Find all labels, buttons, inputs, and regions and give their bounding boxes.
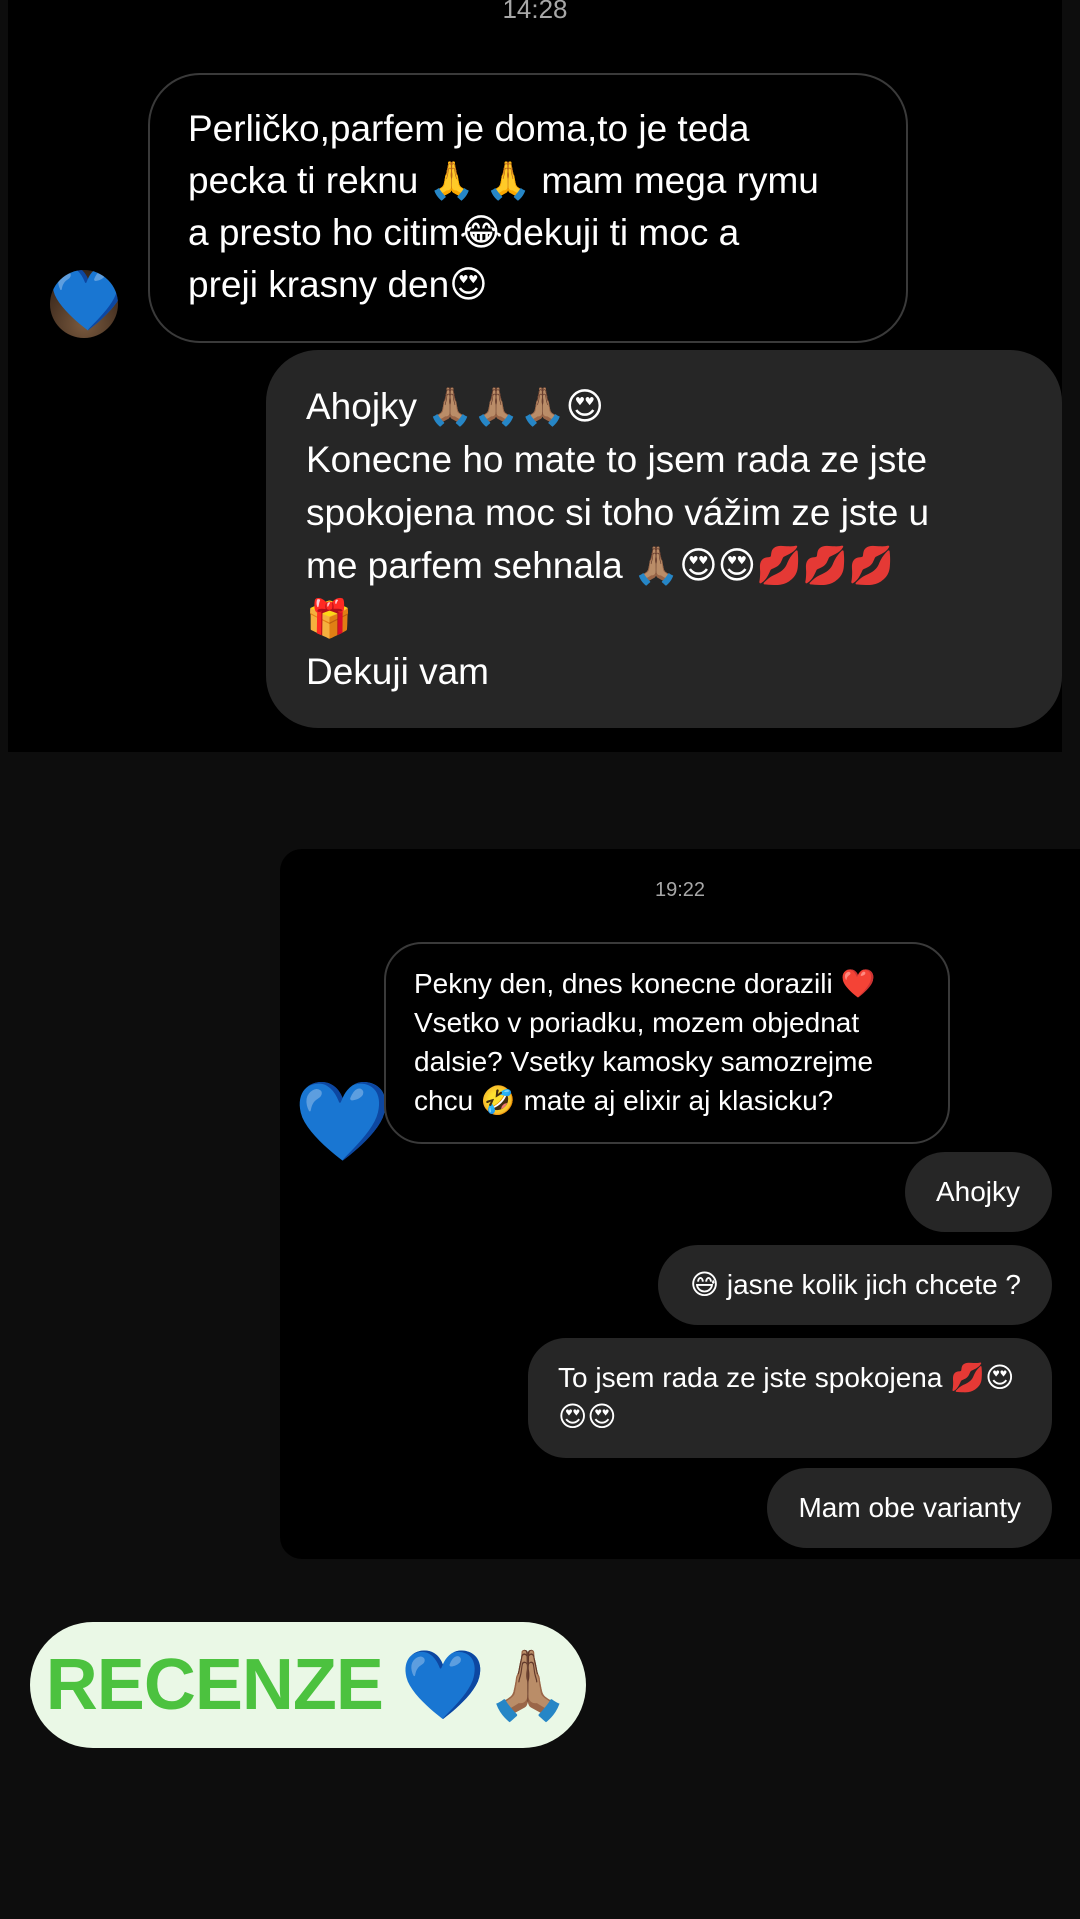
blue-heart-icon: 💙: [50, 270, 118, 334]
message-line: Dekuji vam: [306, 651, 489, 692]
message-line: Vsetko v poriadku, mozem objednat: [414, 1007, 860, 1038]
chat-screenshot-2: 19:22 💙 Pekny den, dnes konecne dorazili…: [280, 849, 1080, 1559]
blue-heart-avatar[interactable]: 💙: [294, 1077, 391, 1165]
message-line: Konecne ho mate to jsem rada ze jste: [306, 439, 928, 480]
avatar[interactable]: 💙: [50, 270, 118, 338]
message-line: preji krasny den😍: [188, 264, 488, 305]
outgoing-message-bubble[interactable]: Ahojky 🙏🏽🙏🏽🙏🏽😍 Konecne ho mate to jsem r…: [266, 350, 1062, 728]
chat-screenshot-1: 14:28 Perličko,parfem je doma,to je teda…: [8, 0, 1062, 752]
outgoing-message-bubble[interactable]: Mam obe varianty: [767, 1468, 1052, 1548]
reviews-label: RECENZE 💙🙏🏽: [30, 1622, 586, 1748]
message-line: a presto ho citim😂dekuji ti moc a: [188, 212, 740, 253]
message-line: chcu 🤣 mate aj elixir aj klasicku?: [414, 1085, 834, 1116]
reviews-label-text: RECENZE: [45, 1645, 384, 1725]
message-line: spokojena moc si toho vážim ze jste u: [306, 492, 930, 533]
heart-and-pray-icon: 💙🙏🏽: [400, 1647, 571, 1723]
message-line: Ahojky 🙏🏽🙏🏽🙏🏽😍: [306, 386, 605, 427]
incoming-message-bubble[interactable]: Pekny den, dnes konecne dorazili ❤️ Vset…: [384, 942, 950, 1144]
message-line: me parfem sehnala 🙏🏽😍😍💋💋💋: [306, 545, 895, 586]
message-line: pecka ti reknu 🙏 🙏 mam mega rymu: [188, 160, 819, 201]
outgoing-message-bubble[interactable]: To jsem rada ze jste spokojena 💋😍 😍😍: [528, 1338, 1052, 1458]
message-timestamp: 14:28: [502, 0, 568, 24]
message-line: Pekny den, dnes konecne dorazili ❤️: [414, 968, 876, 999]
message-line: Perličko,parfem je doma,to je teda: [188, 108, 750, 149]
incoming-message-bubble[interactable]: Perličko,parfem je doma,to je teda pecka…: [148, 73, 908, 343]
outgoing-message-bubble[interactable]: Ahojky: [904, 1152, 1052, 1232]
message-line: dalsie? Vsetky kamosky samozrejme: [414, 1046, 874, 1077]
message-line: 🎁: [306, 598, 353, 639]
message-timestamp: 19:22: [654, 879, 706, 901]
outgoing-message-bubble[interactable]: 😅 jasne kolik jich chcete ?: [657, 1245, 1052, 1325]
page: 14:28 Perličko,parfem je doma,to je teda…: [0, 0, 1080, 1919]
